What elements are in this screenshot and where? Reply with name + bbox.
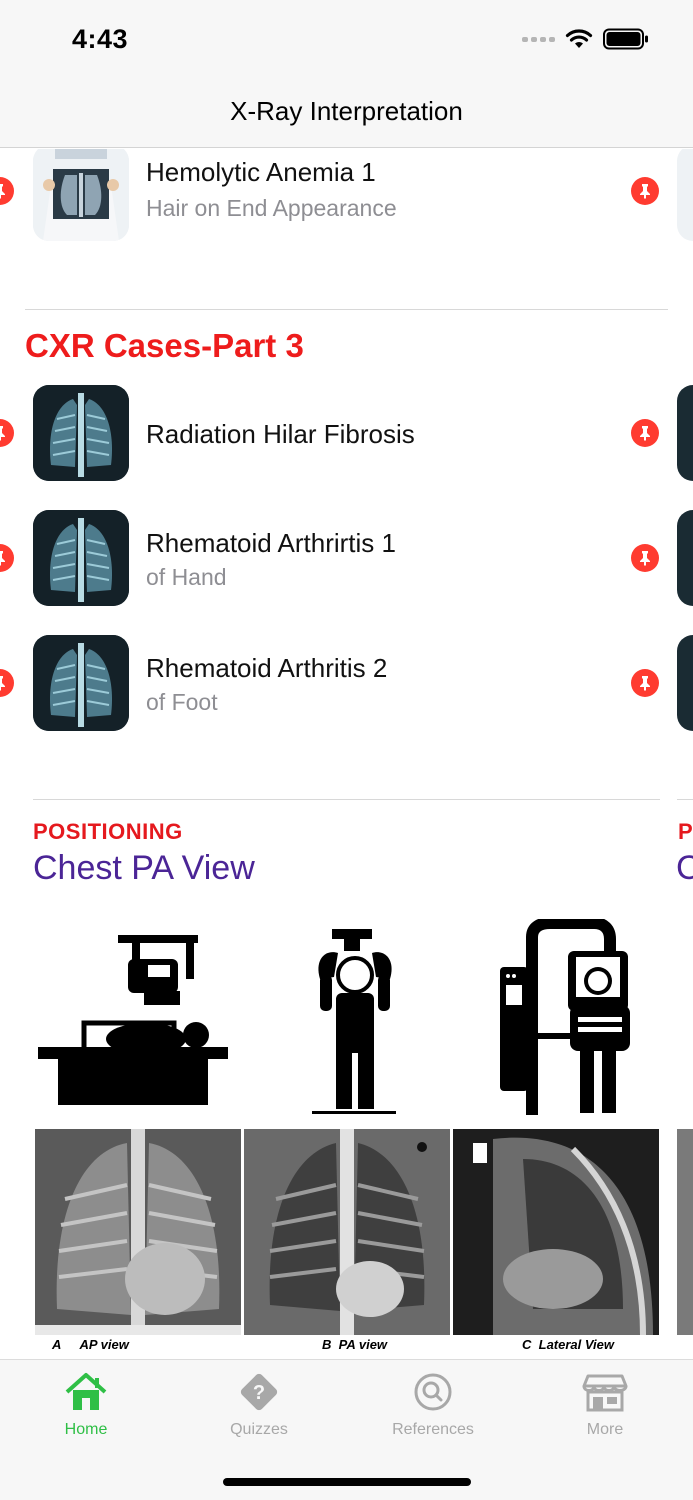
doctor-xray-thumbnail	[33, 149, 129, 241]
item-subtitle: of Hand	[146, 564, 227, 590]
tab-references[interactable]: References	[373, 1372, 493, 1439]
next-page-thumbnail	[677, 385, 693, 481]
view-caption: Lateral View	[538, 1337, 615, 1352]
svg-text:?: ?	[253, 1382, 265, 1404]
home-content[interactable]: Hemolytic Anemia 1 Hair on End Appearanc…	[0, 149, 693, 1359]
tab-label: References	[392, 1421, 474, 1438]
pin-icon[interactable]	[0, 669, 14, 697]
card-divider	[677, 799, 693, 800]
tab-home[interactable]: Home	[26, 1372, 146, 1439]
standing-patient-xray-icon	[312, 929, 396, 1114]
store-icon	[582, 1374, 628, 1412]
item-title: Radiation Hilar Fibrosis	[146, 419, 415, 449]
pin-icon[interactable]	[0, 544, 14, 572]
item-title: Rhematoid Arthrirtis 1	[146, 528, 396, 558]
ap-view-xray-image	[35, 1129, 241, 1335]
next-card-title-peek: C	[676, 849, 693, 887]
chest-xray-thumbnail	[33, 385, 129, 481]
list-item-radiation-hilar-fibrosis[interactable]: Radiation Hilar Fibrosis	[0, 385, 693, 485]
view-caption: AP view	[79, 1337, 129, 1352]
pin-icon[interactable]	[631, 669, 659, 697]
next-page-thumbnail	[677, 635, 693, 731]
nav-title: X-Ray Interpretation	[230, 96, 463, 126]
list-item-rheumatoid-arthritis-2[interactable]: Rhematoid Arthritis 2 of Foot	[0, 635, 693, 735]
pa-view-xray-image	[244, 1129, 450, 1335]
pin-icon[interactable]	[631, 419, 659, 447]
list-item-rheumatoid-arthritis-1[interactable]: Rhematoid Arthrirtis 1 of Hand	[0, 510, 693, 610]
next-page-thumbnail	[677, 510, 693, 606]
section-divider	[25, 309, 668, 310]
card-title[interactable]: Chest PA View	[33, 849, 255, 888]
chest-xray-thumbnail	[33, 635, 129, 731]
status-icons	[522, 28, 649, 50]
pin-icon[interactable]	[0, 419, 14, 447]
chest-xray-thumbnail	[33, 510, 129, 606]
signal-icon	[522, 36, 555, 42]
section-title: CXR Cases-Part 3	[25, 327, 304, 364]
lateral-view-xray-image	[453, 1129, 659, 1335]
battery-icon	[603, 28, 648, 50]
view-letter: C	[522, 1337, 532, 1352]
top-bar: 4:43 X-Ray Interpretation	[0, 0, 693, 148]
next-card-label-peek: P	[678, 819, 693, 844]
tab-label: Home	[64, 1421, 108, 1438]
pin-icon[interactable]	[631, 177, 659, 205]
tab-more[interactable]: More	[545, 1372, 665, 1439]
view-letter: A	[52, 1337, 62, 1352]
item-title: Hemolytic Anemia 1	[146, 157, 376, 187]
list-item-hemolytic-anemia[interactable]: Hemolytic Anemia 1 Hair on End Appearanc…	[0, 149, 693, 245]
home-indicator[interactable]	[223, 1478, 471, 1486]
next-card-image-peek	[677, 1129, 693, 1335]
pin-icon[interactable]	[0, 177, 14, 205]
tab-quizzes[interactable]: ? Quizzes	[199, 1372, 319, 1439]
pin-icon[interactable]	[631, 544, 659, 572]
wifi-icon	[565, 29, 593, 48]
card-category-label: POSITIONING	[33, 819, 183, 844]
erect-chest-stand-xray-icon	[500, 919, 630, 1115]
tab-label: More	[586, 1421, 624, 1438]
view-caption: PA view	[338, 1337, 388, 1352]
view-letter: B	[322, 1337, 332, 1352]
card-divider	[33, 799, 660, 800]
tab-label: Quizzes	[230, 1421, 288, 1438]
status-time: 4:43	[72, 24, 129, 54]
item-title: Rhematoid Arthritis 2	[146, 653, 388, 683]
item-subtitle: Hair on End Appearance	[146, 195, 397, 221]
item-subtitle: of Foot	[146, 689, 218, 715]
patient-supine-xray-icon	[38, 935, 228, 1105]
search-icon	[414, 1373, 452, 1411]
next-page-thumbnail	[677, 149, 693, 241]
quiz-diamond-icon: ?	[240, 1373, 278, 1411]
home-icon	[65, 1373, 107, 1410]
